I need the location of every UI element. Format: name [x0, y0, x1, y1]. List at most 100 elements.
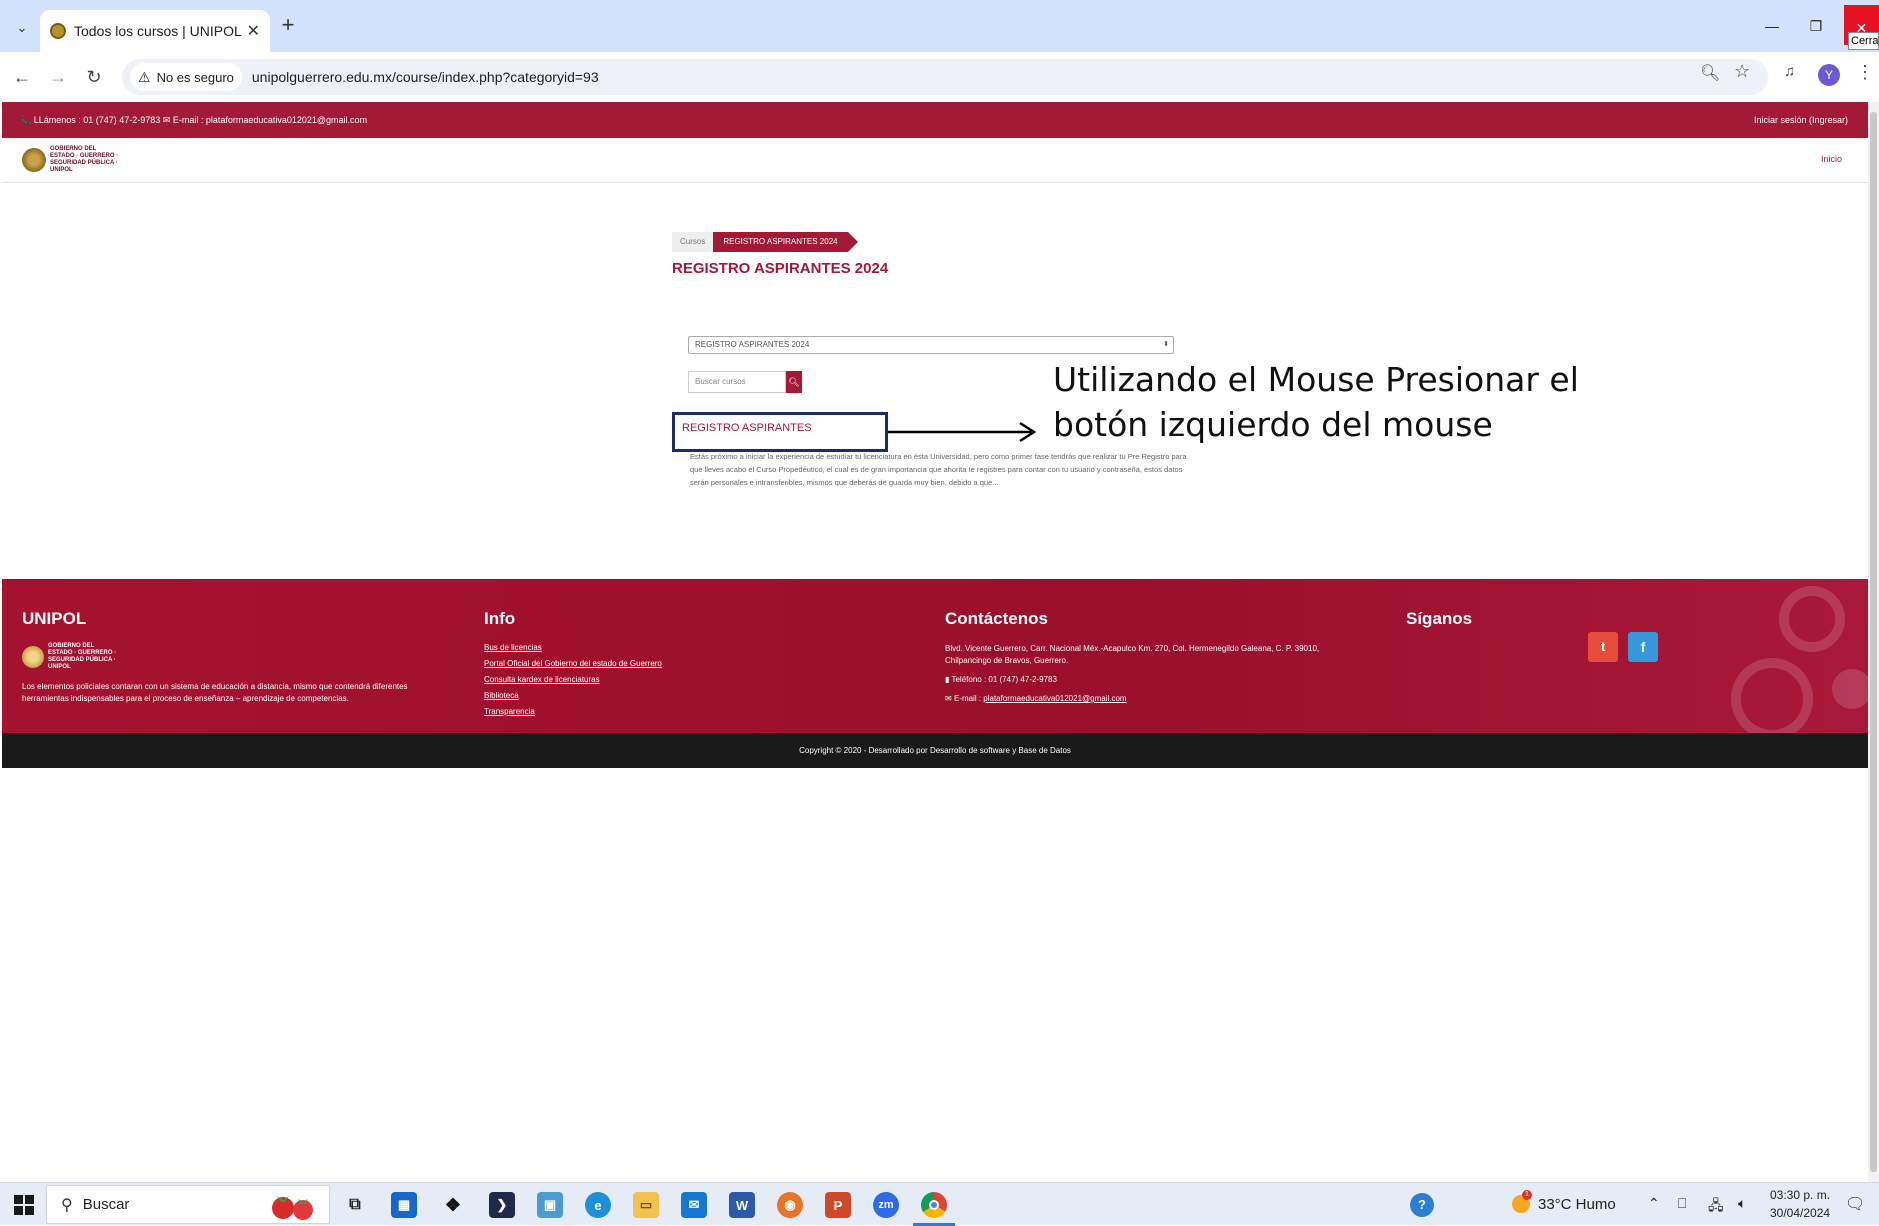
footer-phone: ▮ Teléfono : 01 (747) 47-2-9783: [945, 675, 1365, 684]
clock-date: 30/04/2024: [1770, 1206, 1831, 1220]
breadcrumb: Cursos REGISTRO ASPIRANTES 2024: [672, 232, 858, 252]
course-search-input[interactable]: Buscar cursos: [688, 371, 786, 393]
powerpoint-icon[interactable]: P: [825, 1192, 851, 1218]
footer-address: Blvd. Vicente Guerrero, Carr. Nacional M…: [945, 644, 1320, 665]
footer-phone-text: Teléfono : 01 (747) 47-2-9783: [951, 675, 1057, 684]
restore-window-button[interactable]: ❐: [1796, 14, 1836, 38]
guerrero-seal-icon: [22, 646, 44, 668]
address-bar[interactable]: ⚠ No es seguro unipolguerrero.edu.mx/cou…: [122, 59, 1768, 95]
envelope-icon: ✉: [945, 694, 954, 703]
taskbar-search-placeholder: Buscar: [82, 1196, 130, 1213]
logo-text: GOBIERNO DEL ESTADO · GUERRERO · SEGURID…: [50, 146, 119, 173]
show-hidden-icons-chevron-icon[interactable]: ⌃: [1648, 1195, 1660, 1212]
site-logo[interactable]: GOBIERNO DEL ESTADO · GUERRERO · SEGURID…: [22, 146, 124, 174]
site-security-chip[interactable]: ⚠ No es seguro: [130, 63, 242, 91]
windows-taskbar: ⚲ Buscar ⧉ ▦ ❖ ❯ ▣ e ▭ ✉ W ◉ P zm ? 1 33…: [0, 1182, 1879, 1226]
footer-link-portal-gobierno[interactable]: Portal Oficial del Gobierno del estado d…: [484, 659, 662, 668]
login-link[interactable]: Iniciar sesión (Ingresar): [1754, 115, 1848, 125]
volume-icon[interactable]: 🔈︎: [1738, 1195, 1746, 1212]
zoom-app-icon[interactable]: zm: [873, 1192, 899, 1218]
tab-search-chevron-icon[interactable]: ⌄: [8, 14, 36, 42]
forward-arrow-icon[interactable]: →: [46, 65, 70, 89]
weather-text: 33°C Humo: [1538, 1195, 1616, 1213]
select-arrows-icon: ⬍: [1163, 341, 1169, 348]
notifications-icon[interactable]: 🗨: [1845, 1194, 1865, 1214]
edge-icon[interactable]: e: [585, 1192, 611, 1218]
footer-description: Los elementos policiales contaran con un…: [22, 682, 408, 703]
weather-badge: 1: [1522, 1190, 1532, 1200]
web-page: 📞 LLámenos : 01 (747) 47-2-9783 ✉ E-mail…: [2, 102, 1868, 1182]
footer-col-unipol: UNIPOL GOBIERNO DEL ESTADO · GUERRERO · …: [22, 609, 452, 705]
tab-title: Todos los cursos | UNIPOL: [74, 23, 242, 39]
search-icon[interactable]: 🔍︎: [786, 371, 802, 393]
dropbox-icon[interactable]: ❖: [440, 1192, 466, 1218]
category-select[interactable]: REGISTRO ASPIRANTES 2024 ⬍: [688, 336, 1174, 354]
footer-contact-title: Contáctenos: [945, 609, 1048, 628]
microsoft-store-icon[interactable]: ▦: [391, 1192, 417, 1218]
task-view-icon[interactable]: ⧉: [342, 1192, 368, 1218]
help-tray-icon[interactable]: ?: [1410, 1193, 1434, 1217]
weather-widget[interactable]: 1 33°C Humo: [1512, 1190, 1616, 1213]
taskbar-search-box[interactable]: ⚲ Buscar: [46, 1185, 330, 1224]
footer-col-info: Info Bus de licencias Portal Oficial del…: [484, 609, 662, 723]
chrome-icon[interactable]: [921, 1192, 947, 1218]
footer-email: ✉ E-mail : plataformaeducativa012021@gma…: [945, 694, 1365, 703]
breadcrumb-current[interactable]: REGISTRO ASPIRANTES 2024: [713, 232, 858, 252]
footer-col-contact: Contáctenos Blvd. Vicente Guerrero, Carr…: [945, 609, 1365, 713]
meet-now-icon[interactable]: ⎕: [1678, 1195, 1686, 1212]
course-summary: Estás próximo a iniciar la experiencia d…: [690, 452, 1187, 487]
browser-toolbar: ← → ↻ ⚠ No es seguro unipolguerrero.edu.…: [0, 52, 1879, 102]
facebook-icon[interactable]: f: [1628, 632, 1658, 662]
new-tab-button[interactable]: +: [276, 14, 300, 38]
annotation-arrow-icon: [888, 421, 1037, 443]
url-text[interactable]: unipolguerrero.edu.mx/course/index.php?c…: [252, 69, 599, 85]
browser-tab-active[interactable]: Todos los cursos | UNIPOL ✕: [40, 10, 270, 52]
page-title: REGISTRO ASPIRANTES 2024: [672, 260, 889, 277]
breadcrumb-courses[interactable]: Cursos: [672, 232, 714, 252]
footer-email-link[interactable]: plataformaeducativa012021@gmail.com: [983, 694, 1126, 703]
footer-logo-text: GOBIERNO DEL ESTADO · GUERRERO · SEGURID…: [48, 643, 117, 670]
windows-start-icon[interactable]: [14, 1195, 34, 1215]
system-clock[interactable]: 03:30 p. m. 30/04/2024: [1770, 1186, 1830, 1222]
zoom-icon[interactable]: 🔍︎: [1700, 63, 1720, 83]
annotation-text: Utilizando el Mouse Presionar el botón i…: [1053, 357, 1613, 447]
file-explorer-icon[interactable]: ▭: [633, 1192, 659, 1218]
clock-time: 03:30 p. m.: [1770, 1188, 1831, 1202]
footer-link-transparencia[interactable]: Transparencia: [484, 707, 662, 716]
minimize-window-button[interactable]: —: [1752, 14, 1792, 38]
page-scrollbar-thumb[interactable]: [1870, 112, 1877, 1172]
profile-avatar[interactable]: Y: [1818, 64, 1840, 86]
weather-sun-icon: 1: [1512, 1190, 1532, 1213]
media-controls-icon[interactable]: ♫: [1784, 63, 1795, 80]
search-icon: ⚲: [61, 1196, 73, 1214]
reload-icon[interactable]: ↻: [82, 65, 106, 89]
contact-bar: 📞 LLámenos : 01 (747) 47-2-9783 ✉ E-mail…: [2, 102, 1868, 138]
footer-link-biblioteca[interactable]: Biblioteca: [484, 691, 662, 700]
footer-info-title: Info: [484, 609, 516, 628]
back-arrow-icon[interactable]: ←: [10, 65, 34, 89]
mail-icon[interactable]: ✉: [681, 1192, 707, 1218]
course-link[interactable]: REGISTRO ASPIRANTES: [682, 422, 812, 434]
site-header: GOBIERNO DEL ESTADO · GUERRERO · SEGURID…: [2, 138, 1868, 183]
close-tooltip: Cerrar: [1848, 32, 1879, 50]
footer-logo: GOBIERNO DEL ESTADO · GUERRERO · SEGURID…: [22, 643, 452, 671]
footer-social-title: Síganos: [1406, 609, 1473, 628]
browser-menu-icon[interactable]: ⋮: [1856, 62, 1874, 83]
powershell-icon[interactable]: ❯: [489, 1192, 515, 1218]
footer-decoration: [1731, 586, 1868, 733]
browser-tab-strip: ⌄ Todos los cursos | UNIPOL ✕ + — ❐ ✕ Ce…: [0, 0, 1879, 52]
contact-info: 📞 LLámenos : 01 (747) 47-2-9783 ✉ E-mail…: [20, 115, 368, 125]
footer-link-bus-licencias[interactable]: Bus de licencias: [484, 643, 662, 652]
tab-close-icon[interactable]: ✕: [247, 21, 260, 41]
word-icon[interactable]: W: [729, 1192, 755, 1218]
nav-home-link[interactable]: Inicio: [1821, 154, 1842, 164]
footer-link-kardex[interactable]: Consulta kardex de licenciaturas: [484, 675, 662, 684]
twitter-icon[interactable]: t: [1588, 632, 1618, 662]
network-icon[interactable]: 🖧: [1708, 1195, 1724, 1219]
annotation-line-2: botón izquierdo del mouse: [1053, 405, 1493, 444]
remote-desktop-icon[interactable]: ▣: [537, 1192, 563, 1218]
bookmark-star-icon[interactable]: ☆: [1734, 61, 1750, 82]
footer-col-social: Síganos: [1406, 609, 1472, 643]
site-footer: UNIPOL GOBIERNO DEL ESTADO · GUERRERO · …: [2, 579, 1868, 733]
firefox-icon[interactable]: ◉: [777, 1192, 803, 1218]
